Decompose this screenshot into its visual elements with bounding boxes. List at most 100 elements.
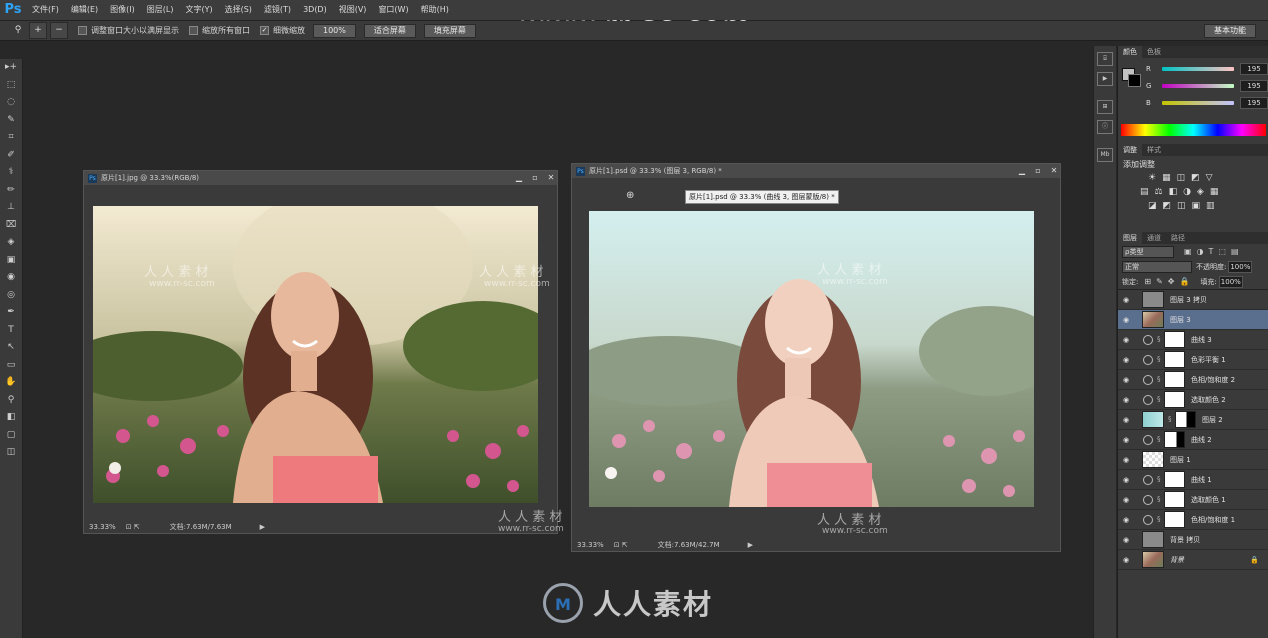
color-spectrum-bar[interactable] [1121, 124, 1266, 136]
blue-slider[interactable]: B 195 [1118, 94, 1268, 111]
actions-icon[interactable]: ▶ [1097, 72, 1113, 86]
minimize-icon[interactable]: ▁ [513, 173, 525, 183]
tool-icon[interactable]: ✎ [0, 112, 22, 130]
menu-item[interactable]: 滤镜(T) [258, 0, 297, 20]
tool-icon[interactable]: ◈ [0, 234, 22, 252]
layer-row[interactable]: ◉ 背景 拷贝 [1118, 530, 1268, 550]
tab-styles[interactable]: 样式 [1142, 144, 1166, 156]
menu-item[interactable]: 编辑(E) [65, 0, 104, 20]
layer-kind-filter[interactable]: ρ类型 [1122, 245, 1174, 258]
menu-item[interactable]: 帮助(H) [415, 0, 455, 20]
visibility-eye-icon[interactable]: ◉ [1123, 416, 1133, 423]
opacity-field[interactable]: 100% [1228, 260, 1253, 273]
menu-item[interactable]: 图层(L) [141, 0, 180, 20]
link-chain-icon[interactable]: § [1157, 335, 1161, 344]
visibility-eye-icon[interactable]: ◉ [1123, 456, 1133, 463]
link-chain-icon[interactable]: § [1157, 395, 1161, 404]
slider-track[interactable] [1162, 83, 1234, 88]
tool-icon[interactable]: ◧ [0, 409, 22, 427]
layer-mask-thumbnail[interactable] [1164, 491, 1185, 508]
lock-icons[interactable]: ⊞✎✥🔒 [1144, 277, 1194, 286]
slider-track[interactable] [1162, 66, 1234, 71]
visibility-eye-icon[interactable]: ◉ [1123, 436, 1133, 443]
tool-icon[interactable]: ⌧ [0, 217, 22, 235]
layer-row[interactable]: ◉ § 曲线 1 [1118, 470, 1268, 490]
tool-icon[interactable]: ⚕ [0, 164, 22, 182]
menu-item[interactable]: 图像(I) [104, 0, 141, 20]
info-icon[interactable]: ⓘ [1097, 120, 1113, 134]
layer-mask-thumbnail[interactable] [1164, 391, 1185, 408]
layer-row[interactable]: ◉ § 图层 2 [1118, 410, 1268, 430]
layer-row[interactable]: ◉ § 色相/饱和度 2 [1118, 370, 1268, 390]
menu-item[interactable]: 窗口(W) [372, 0, 414, 20]
menu-item[interactable]: 视图(V) [333, 0, 373, 20]
tab-swatches[interactable]: 色板 [1142, 46, 1166, 58]
link-chain-icon[interactable]: § [1157, 515, 1161, 524]
layer-thumbnail[interactable] [1142, 411, 1164, 428]
layer-mask-thumbnail[interactable] [1164, 511, 1185, 528]
close-icon[interactable]: ✕ [1048, 166, 1060, 176]
link-chain-icon[interactable]: § [1157, 435, 1161, 444]
menu-item[interactable]: 文字(Y) [179, 0, 218, 20]
document-window-jpg[interactable]: Ps 原片[1].jpg @ 33.3%(RGB/8) ▁ ▫ ✕ 人 人 素 … [83, 170, 558, 534]
filter-icons[interactable]: ▣◑T⬚▤ [1184, 247, 1244, 256]
visibility-eye-icon[interactable]: ◉ [1123, 556, 1133, 563]
tab-adjustments[interactable]: 调整 [1118, 144, 1142, 156]
layer-row[interactable]: ◉ 图层 3 [1118, 310, 1268, 330]
blend-mode-select[interactable]: 正常 [1122, 260, 1192, 273]
tool-icon[interactable]: ▭ [0, 357, 22, 375]
tool-icon[interactable]: ✏ [0, 182, 22, 200]
tool-icon[interactable]: ✒ [0, 304, 22, 322]
visibility-eye-icon[interactable]: ◉ [1123, 476, 1133, 483]
link-chain-icon[interactable]: § [1157, 475, 1161, 484]
menu-item[interactable]: 选择(S) [219, 0, 258, 20]
tool-icon[interactable]: ◎ [0, 287, 22, 305]
tool-icon[interactable]: T [0, 322, 22, 340]
adjustment-icons-row2[interactable]: ▤⚖◧◑◈▦ [1140, 187, 1268, 197]
tool-icon[interactable]: ▸+ [0, 59, 22, 77]
layer-row[interactable]: ◉ § 选取颜色 1 [1118, 490, 1268, 510]
layer-row[interactable]: ◉ § 色彩平衡 1 [1118, 350, 1268, 370]
layer-mask-thumbnail[interactable] [1164, 331, 1185, 348]
tool-icon[interactable]: ▢ [0, 427, 22, 445]
visibility-eye-icon[interactable]: ◉ [1123, 376, 1133, 383]
maximize-icon[interactable]: ▫ [1032, 166, 1044, 176]
zoom-100-button[interactable]: 100% [313, 23, 356, 38]
layer-row[interactable]: ◉ § 曲线 3 [1118, 330, 1268, 350]
status-menu-arrow-icon[interactable]: ▶ [748, 541, 753, 549]
layer-row[interactable]: ◉ 图层 1 [1118, 450, 1268, 470]
zoom-in-icon[interactable]: + [29, 22, 47, 39]
fit-screen-button[interactable]: 适合屏幕 [363, 23, 416, 38]
link-chain-icon[interactable]: § [1168, 415, 1172, 424]
layer-mask-thumbnail[interactable] [1164, 471, 1185, 488]
zoom-all-windows-checkbox[interactable]: 缩放所有窗口 [189, 25, 250, 36]
layer-thumbnail[interactable] [1142, 311, 1164, 328]
zoom-tool-preset-icon[interactable]: ⚲ [10, 23, 26, 38]
tool-icon[interactable]: ◌ [0, 94, 22, 112]
slider-track[interactable] [1162, 100, 1234, 105]
zoom-out-icon[interactable]: − [50, 22, 68, 39]
background-color-swatch[interactable] [1128, 74, 1141, 87]
history-icon[interactable]: ⌸ [1097, 52, 1113, 66]
tool-icon[interactable]: ⚲ [0, 392, 22, 410]
maximize-icon[interactable]: ▫ [529, 173, 541, 183]
link-chain-icon[interactable]: § [1157, 355, 1161, 364]
zoom-level[interactable]: 33.33% [577, 541, 604, 549]
red-value-field[interactable]: 195 [1240, 62, 1268, 75]
zoom-level[interactable]: 33.33% [89, 523, 116, 531]
link-chain-icon[interactable]: § [1157, 495, 1161, 504]
tool-icon[interactable]: ✋ [0, 374, 22, 392]
tool-icon[interactable]: ◉ [0, 269, 22, 287]
tool-icon[interactable]: ⌗ [0, 129, 22, 147]
layer-thumbnail[interactable] [1142, 531, 1164, 548]
status-menu-arrow-icon[interactable]: ▶ [260, 523, 265, 531]
fill-field[interactable]: 100% [1218, 275, 1243, 288]
green-value-field[interactable]: 195 [1240, 79, 1268, 92]
visibility-eye-icon[interactable]: ◉ [1123, 356, 1133, 363]
resize-windows-checkbox[interactable]: 调整窗口大小以满屏显示 [78, 25, 179, 36]
tool-icon[interactable]: ⬚ [0, 77, 22, 95]
layer-mask-thumbnail[interactable] [1164, 351, 1185, 368]
layer-mask-thumbnail[interactable] [1164, 431, 1185, 448]
scrubby-zoom-checkbox[interactable]: ✓ 细微缩放 [260, 25, 305, 36]
tool-icon[interactable]: ⊥ [0, 199, 22, 217]
